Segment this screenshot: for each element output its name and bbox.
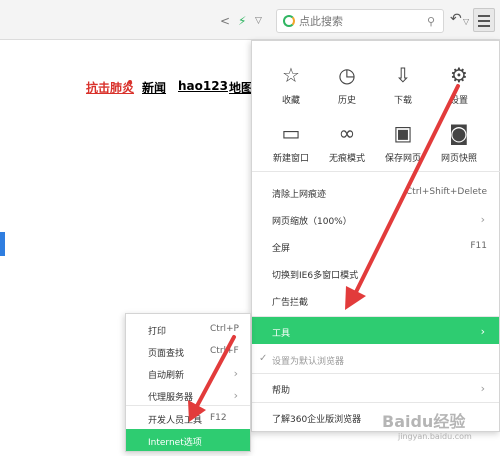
nav-link-hao123[interactable]: hao123 [178,79,228,93]
menu-button[interactable] [473,8,495,32]
chevron-right-icon: › [233,367,238,380]
nav-link-covid[interactable]: 抗击肺炎 [86,79,134,96]
tile-save-page[interactable]: ▣ 保存网页 [376,121,430,164]
tile-incognito[interactable]: ∞ 无痕模式 [320,121,374,164]
tile-favorites[interactable]: ☆ 收藏 [266,63,316,106]
nav-link-news[interactable]: 新闻 [142,79,166,96]
tile-new-window[interactable]: ▭ 新建窗口 [264,121,318,164]
menu-item-set-default[interactable]: ✓ 设置为默认浏览器 [252,345,499,372]
check-icon: ✓ [259,353,268,364]
search-box: ⚲ [276,9,444,33]
window-icon: ▭ [281,121,301,145]
chevron-right-icon: › [480,325,485,338]
watermark-logo: Baidu经验 [382,412,466,431]
submenu-item-internet-options[interactable]: Internet选项 [126,429,250,451]
submenu-item-proxy[interactable]: 代理服务器 › [126,384,250,406]
menu-item-help[interactable]: 帮助 › [252,374,499,401]
download-icon: ⇩ [394,63,412,87]
chevron-right-icon: › [480,382,485,395]
submenu-item-print[interactable]: 打印 Ctrl+P [126,318,250,340]
menu-item-fullscreen[interactable]: 全屏 F11 [252,232,499,259]
incognito-glasses-icon: ∞ [338,121,356,145]
chevron-right-icon: › [480,213,485,226]
chevron-right-icon: › [233,389,238,402]
tile-snapshot[interactable]: ◙ 网页快照 [432,121,486,164]
submenu-separator [126,405,250,406]
menu-item-zoom[interactable]: 网页缩放（100%） › [252,205,499,232]
menu-item-tools[interactable]: 工具 › [252,317,499,344]
tile-history[interactable]: ◷ 历史 [322,63,372,106]
submenu-item-find[interactable]: 页面查找 Ctrl+F [126,340,250,362]
search-input[interactable] [299,13,417,29]
search-icon[interactable]: ⚲ [427,15,435,28]
undo-icon[interactable]: ↶ [450,11,462,27]
clock-icon: ◷ [338,63,356,87]
browser-toolbar: < ⚡ ▽ ⚲ ↶ ▽ [0,0,500,40]
star-icon: ☆ [282,63,300,87]
tools-submenu: 打印 Ctrl+P 页面查找 Ctrl+F 自动刷新 › 代理服务器 › 开发人… [125,313,251,452]
gear-icon: ⚙ [450,63,468,87]
main-menu: ☆ 收藏 ◷ 历史 ⇩ 下载 ⚙ 设置 ▭ 新建窗口 ∞ 无痕模式 ▣ 保存网页… [251,40,500,432]
tile-downloads[interactable]: ⇩ 下载 [378,63,428,106]
submenu-item-auto-refresh[interactable]: 自动刷新 › [126,362,250,384]
chevron-down-icon[interactable]: ▽ [255,16,262,26]
menu-item-clear-traces[interactable]: 清除上网痕迹 Ctrl+Shift+Delete [252,178,499,205]
lightning-icon[interactable]: ⚡ [238,14,246,28]
save-disk-icon: ▣ [393,121,413,145]
search-engine-icon[interactable] [283,15,295,27]
menu-divider [252,171,500,172]
notification-dot [128,80,132,84]
nav-link-map[interactable]: 地图 [229,79,253,96]
menu-item-ie6-mode[interactable]: 切换到IE6多窗口模式 [252,259,499,286]
page-accent-bar [0,232,5,256]
submenu-item-dev-tools[interactable]: 开发人员工具 F12 [126,407,250,429]
watermark-url: jingyan.baidu.com [398,432,472,441]
share-icon[interactable]: < [220,14,230,28]
menu-item-ad-block[interactable]: 广告拦截 [252,286,499,313]
camera-icon: ◙ [449,121,469,145]
tile-settings[interactable]: ⚙ 设置 [434,63,484,106]
undo-chevron-down-icon[interactable]: ▽ [463,17,469,26]
